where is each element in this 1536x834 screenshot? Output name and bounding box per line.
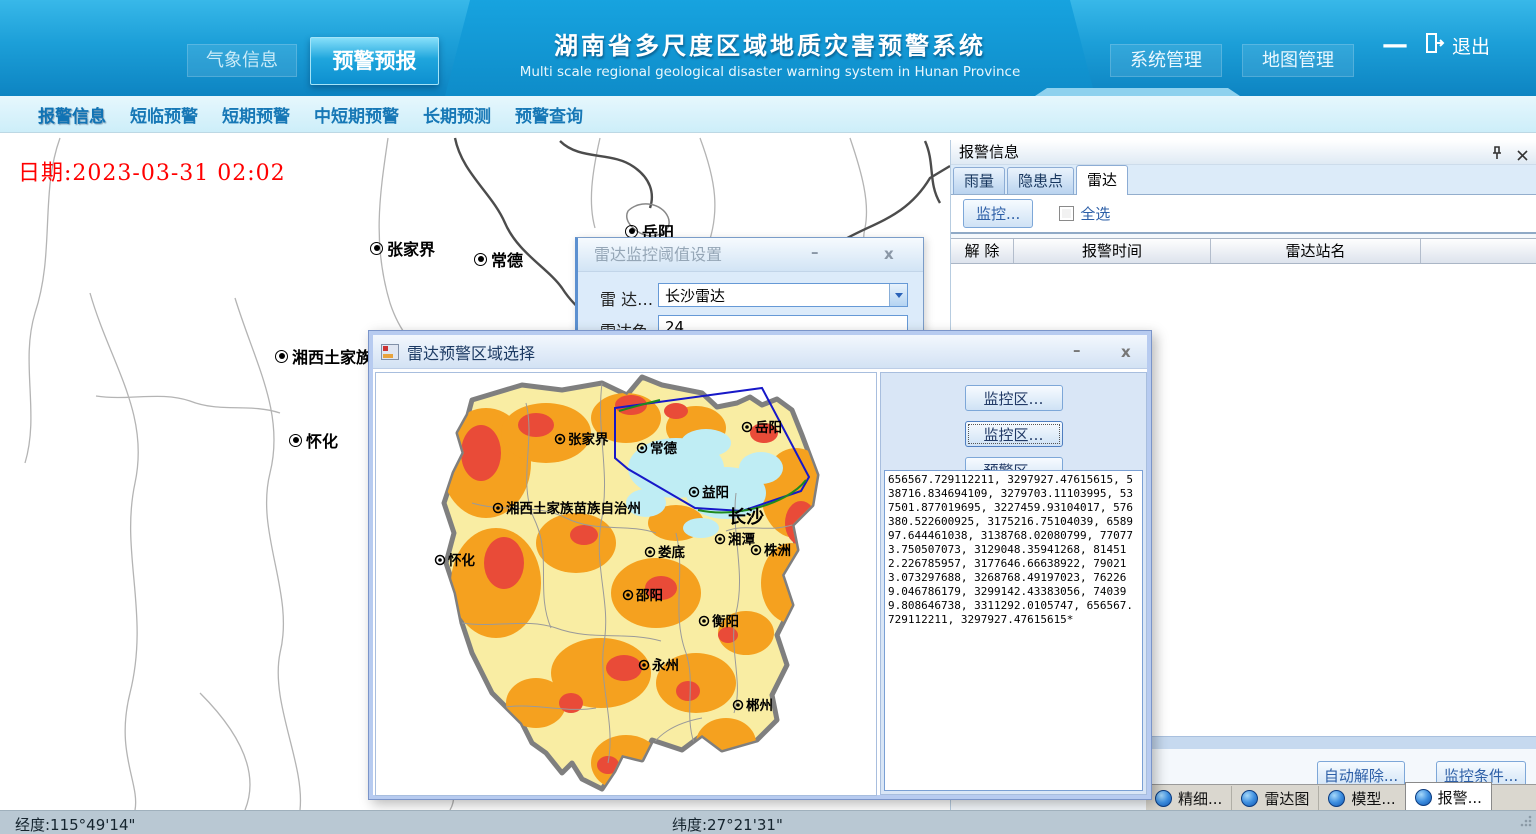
svg-text:湘西土家族苗族自治州: 湘西土家族苗族自治州 — [506, 500, 641, 517]
tab-fine-map[interactable]: 精细... — [1146, 786, 1231, 811]
risk-map-panel[interactable]: 张家界 常德 岳阳 益阳 长沙 湘西土家族苗族自治州 怀化 娄底 湘潭 株洲 邵… — [375, 372, 877, 796]
region-dialog-body: 张家界 常德 岳阳 益阳 长沙 湘西土家族苗族自治州 怀化 娄底 湘潭 株洲 邵… — [373, 372, 1147, 795]
minimize-dialog-button[interactable]: – — [811, 236, 819, 269]
city-dot-icon — [370, 242, 383, 255]
region-dialog-title: 雷达预警区域选择 — [407, 340, 1147, 364]
column-radar-station[interactable]: 雷达站名 — [1211, 239, 1421, 263]
longitude-readout: 经度:115°49'14" — [15, 814, 135, 834]
bottom-view-tabs: 精细... 雷达图 模型... 报警... — [1146, 784, 1536, 811]
tab-radar[interactable]: 雷达 — [1076, 165, 1128, 195]
map-date-label: 日期:2023-03-31 02:02 — [18, 155, 286, 187]
svg-text:郴州: 郴州 — [746, 697, 773, 714]
svg-text:长沙: 长沙 — [728, 507, 764, 528]
status-bar: 经度:115°49'14" 纬度:27°21'31" — [0, 810, 1536, 834]
subnav-nowcast-warning[interactable]: 短临预警 — [130, 102, 198, 127]
radar-select-value: 长沙雷达 — [659, 285, 889, 306]
globe-icon — [1241, 790, 1258, 807]
exit-door-icon — [1424, 31, 1446, 60]
checkbox-icon[interactable] — [1059, 206, 1074, 221]
subnav-alarm-info[interactable]: 报警信息 — [38, 102, 106, 127]
city-label: 怀化 — [289, 428, 338, 452]
resize-grip[interactable] — [1519, 814, 1533, 832]
select-all-checkbox[interactable]: 全选 — [1059, 203, 1110, 224]
region-dialog-titlebar[interactable]: 雷达预警区域选择 – x — [373, 335, 1147, 369]
subnav-longterm-forecast[interactable]: 长期预测 — [423, 102, 491, 127]
column-alarm-time[interactable]: 报警时间 — [1014, 239, 1211, 263]
dropdown-arrow-icon[interactable] — [889, 284, 907, 306]
exit-button[interactable]: 退出 — [1424, 31, 1490, 60]
header-bar: 气象信息 预警预报 湖南省多尺度区域地质灾害预警系统 Multi scale r… — [0, 0, 1536, 96]
radar-field-label: 雷 达… — [600, 286, 653, 310]
svg-text:怀化: 怀化 — [448, 552, 475, 569]
app-window: 气象信息 预警预报 湖南省多尺度区域地质灾害预警系统 Multi scale r… — [0, 0, 1536, 834]
winform-icon — [381, 344, 399, 360]
nav-warning-forecast[interactable]: 预警预报 — [310, 37, 439, 85]
threshold-dialog-title: 雷达监控阈值设置 — [594, 245, 722, 264]
globe-icon — [1328, 790, 1345, 807]
city-dot-icon — [474, 253, 487, 266]
svg-text:株洲: 株洲 — [764, 542, 791, 559]
subnav-warning-query[interactable]: 预警查询 — [515, 102, 583, 127]
region-coordinates-textbox[interactable]: 656567.729112211, 3297927.47615615, 5387… — [884, 470, 1143, 791]
alarm-tabs: 雨量 隐患点 雷达 — [951, 165, 1536, 195]
radar-select[interactable]: 长沙雷达 — [658, 283, 908, 307]
tab-rainfall[interactable]: 雨量 — [953, 167, 1005, 194]
threshold-dialog-titlebar[interactable]: 雷达监控阈值设置 – x — [578, 238, 923, 272]
nav-map-management[interactable]: 地图管理 — [1242, 44, 1354, 77]
tab-radar-map[interactable]: 雷达图 — [1231, 786, 1318, 811]
svg-text:常德: 常德 — [650, 440, 678, 457]
subnav-shortterm-warning[interactable]: 短期预警 — [222, 102, 290, 127]
monitor-region-button-2[interactable]: 监控区… — [965, 421, 1063, 447]
latitude-readout: 纬度:27°21'31" — [672, 814, 783, 834]
warning-subnav: 报警信息 短临预警 短期预警 中短期预警 长期预测 预警查询 — [0, 96, 1536, 133]
tab-alarm-map[interactable]: 报警... — [1405, 782, 1492, 811]
svg-text:衡阳: 衡阳 — [712, 613, 739, 630]
globe-icon — [1415, 789, 1432, 806]
exit-label: 退出 — [1452, 32, 1490, 59]
svg-text:湘潭: 湘潭 — [728, 531, 756, 548]
svg-text:邵阳: 邵阳 — [635, 588, 663, 604]
minimize-window-button[interactable]: — — [1382, 30, 1408, 60]
svg-text:永州: 永州 — [652, 657, 679, 674]
pin-icon[interactable] — [1491, 144, 1503, 168]
globe-icon — [1155, 790, 1172, 807]
alarm-table-header: 解 除 报警时间 雷达站名 — [951, 238, 1536, 264]
alarm-panel-title: 报警信息 — [959, 143, 1019, 161]
nav-system-management[interactable]: 系统管理 — [1110, 44, 1222, 77]
close-dialog-button[interactable]: x — [1121, 343, 1131, 361]
radar-region-dialog: 雷达预警区域选择 – x — [368, 330, 1152, 800]
select-all-label: 全选 — [1080, 203, 1110, 224]
column-dismiss[interactable]: 解 除 — [951, 239, 1014, 263]
city-label: 常德 — [474, 247, 523, 271]
system-subtitle: Multi scale regional geological disaster… — [465, 64, 1075, 80]
nav-weather-info[interactable]: 气象信息 — [187, 44, 297, 77]
city-dot-icon — [275, 350, 288, 363]
close-panel-icon[interactable] — [1517, 144, 1528, 168]
svg-text:益阳: 益阳 — [702, 484, 729, 501]
subnav-midshort-warning[interactable]: 中短期预警 — [314, 102, 399, 127]
svg-text:娄底: 娄底 — [658, 544, 686, 561]
header-decor-tab — [1035, 88, 1240, 96]
city-label: 张家界 — [370, 236, 435, 260]
system-title: 湖南省多尺度区域地质灾害预警系统 — [465, 26, 1075, 61]
monitor-button[interactable]: 监控... — [963, 199, 1033, 228]
tab-model-map[interactable]: 模型... — [1318, 786, 1404, 811]
minimize-dialog-button[interactable]: – — [1073, 341, 1081, 359]
region-dialog-side-panel: 监控区… 监控区… 预警区… 656567.729112211, 3297927… — [880, 372, 1147, 795]
alarm-panel-titlebar: 报警信息 — [951, 140, 1536, 165]
close-dialog-button[interactable]: x — [884, 238, 894, 271]
monitor-region-button-1[interactable]: 监控区… — [965, 385, 1063, 411]
city-dot-icon — [289, 434, 302, 447]
city-dot-icon — [625, 225, 638, 238]
svg-text:张家界: 张家界 — [568, 431, 609, 448]
tab-hazard-points[interactable]: 隐患点 — [1007, 167, 1074, 194]
hunan-risk-map: 张家界 常德 岳阳 益阳 长沙 湘西土家族苗族自治州 怀化 娄底 湘潭 株洲 邵… — [376, 373, 876, 795]
alarm-toolbar: 监控... 全选 — [951, 195, 1536, 234]
svg-text:岳阳: 岳阳 — [755, 419, 782, 436]
